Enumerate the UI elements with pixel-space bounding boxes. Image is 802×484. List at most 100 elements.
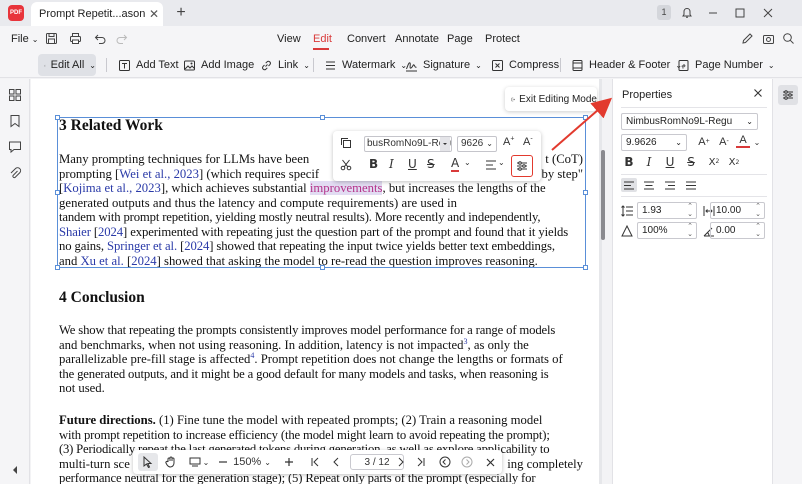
- align-left-icon[interactable]: [621, 178, 637, 192]
- camera-icon[interactable]: [762, 32, 775, 46]
- align-justify-icon[interactable]: [684, 178, 698, 192]
- close-window-icon[interactable]: [759, 4, 777, 22]
- collapse-sidebar-icon[interactable]: [8, 463, 22, 477]
- subscript-icon[interactable]: X2: [727, 155, 741, 169]
- increase-font-icon[interactable]: A+: [697, 135, 711, 149]
- rotation-stepper[interactable]: 0.00 ⌃ ⌄: [710, 222, 765, 239]
- decrease-font-icon[interactable]: A-: [523, 135, 533, 148]
- save-icon[interactable]: [45, 32, 58, 46]
- resize-handle[interactable]: [55, 190, 60, 195]
- align-center-icon[interactable]: [642, 178, 656, 192]
- font-color-icon[interactable]: A: [451, 157, 460, 172]
- bold-icon[interactable]: B: [369, 157, 378, 171]
- undo-icon[interactable]: [94, 32, 107, 46]
- thumbnails-icon[interactable]: [8, 88, 22, 102]
- resize-handle[interactable]: [583, 190, 588, 195]
- resize-handle[interactable]: [583, 115, 588, 120]
- chevron-down-icon[interactable]: ⌄: [498, 158, 505, 167]
- vertical-scrollbar[interactable]: [601, 150, 605, 240]
- resize-handle[interactable]: [320, 115, 325, 120]
- underline-icon[interactable]: U: [408, 157, 417, 171]
- font-family-select[interactable]: busRomNo9L-Regu: [364, 136, 452, 152]
- edit-all-button[interactable]: Edit All ⌄: [38, 54, 96, 76]
- zoom-out-icon[interactable]: [213, 450, 233, 474]
- back-icon[interactable]: [435, 450, 455, 474]
- attachment-icon[interactable]: [8, 166, 22, 180]
- new-tab-button[interactable]: +: [172, 4, 190, 22]
- bookmark-icon[interactable]: [8, 114, 22, 128]
- decrease-font-icon[interactable]: A-: [717, 135, 731, 149]
- resize-handle[interactable]: [55, 115, 60, 120]
- font-color-icon[interactable]: A: [736, 134, 750, 148]
- chevron-down-icon[interactable]: ⌄: [750, 135, 764, 149]
- redo-icon[interactable]: [115, 32, 128, 46]
- previous-page-icon[interactable]: [327, 450, 345, 474]
- close-icon[interactable]: [751, 86, 765, 100]
- hand-tool-icon[interactable]: [161, 450, 181, 474]
- next-page-icon[interactable]: [392, 450, 410, 474]
- strikethrough-icon[interactable]: S: [684, 155, 698, 169]
- opacity-icon[interactable]: [620, 224, 634, 238]
- align-right-icon[interactable]: [663, 178, 677, 192]
- underline-icon[interactable]: U: [663, 155, 677, 169]
- cut-icon[interactable]: [340, 159, 352, 171]
- properties-toggle-button[interactable]: [778, 85, 798, 105]
- maximize-icon[interactable]: [731, 4, 749, 22]
- italic-icon[interactable]: I: [389, 157, 394, 171]
- font-family-select[interactable]: NimbusRomNo9L-Regu ⌄: [621, 113, 758, 130]
- section-heading[interactable]: 4 Conclusion: [59, 289, 145, 307]
- select-tool-icon[interactable]: [138, 453, 158, 471]
- line-spacing-stepper[interactable]: 1.93 ⌃ ⌄: [637, 202, 697, 219]
- watermark-button[interactable]: Watermark ⌄: [324, 54, 407, 76]
- menu-page[interactable]: Page: [447, 26, 473, 52]
- resize-handle[interactable]: [55, 265, 60, 270]
- file-menu[interactable]: File ⌄: [11, 26, 39, 52]
- menu-annotate[interactable]: Annotate: [395, 26, 439, 52]
- zoom-in-icon[interactable]: [279, 450, 299, 474]
- edit-pen-icon[interactable]: [741, 32, 754, 46]
- resize-handle[interactable]: [320, 265, 325, 270]
- opacity-stepper[interactable]: 100% ⌃ ⌄: [637, 222, 697, 239]
- menu-convert[interactable]: Convert: [347, 26, 386, 52]
- link-button[interactable]: Link ⌄: [260, 54, 310, 76]
- print-icon[interactable]: [69, 32, 82, 46]
- bold-icon[interactable]: B: [622, 155, 636, 169]
- chevron-down-icon[interactable]: [440, 137, 450, 151]
- last-page-icon[interactable]: [412, 450, 430, 474]
- conclusion-paragraph[interactable]: We show that repeating the prompts consi…: [59, 323, 583, 396]
- zoom-level-select[interactable]: 150% ⌄: [233, 450, 271, 474]
- minimize-icon[interactable]: [704, 4, 722, 22]
- search-icon[interactable]: [782, 32, 795, 46]
- font-size-select[interactable]: 9.9626 ⌄: [621, 134, 687, 151]
- menu-view[interactable]: View: [277, 26, 301, 52]
- header-footer-button[interactable]: Header & Footer ⌄: [571, 54, 682, 76]
- resize-handle[interactable]: [583, 265, 588, 270]
- forward-icon[interactable]: [457, 450, 477, 474]
- add-image-button[interactable]: Add Image: [183, 54, 254, 76]
- page-number-button[interactable]: # Page Number ⌄: [677, 54, 775, 76]
- strikethrough-icon[interactable]: S: [427, 157, 435, 171]
- align-icon[interactable]: [485, 160, 497, 170]
- close-nav-icon[interactable]: [481, 450, 499, 474]
- compress-button[interactable]: Compress: [491, 54, 559, 76]
- chevron-down-icon[interactable]: ⌄: [464, 158, 471, 167]
- first-page-icon[interactable]: [306, 450, 324, 474]
- app-logo[interactable]: PDF: [8, 5, 24, 21]
- copy-icon[interactable]: [340, 137, 352, 149]
- document-tab[interactable]: Prompt Repetit...asoning LLMs ✕: [31, 2, 163, 26]
- comment-icon[interactable]: [8, 140, 22, 154]
- add-text-button[interactable]: Add Text: [118, 54, 179, 76]
- exit-editing-mode-button[interactable]: Exit Editing Mode: [505, 87, 597, 111]
- text-settings-button[interactable]: [511, 155, 533, 177]
- close-tab-icon[interactable]: ✕: [145, 7, 163, 21]
- font-size-select[interactable]: 9626 ⌄: [457, 136, 497, 152]
- superscript-icon[interactable]: X2: [707, 155, 721, 169]
- menu-protect[interactable]: Protect: [485, 26, 520, 52]
- line-spacing-icon[interactable]: [620, 204, 634, 218]
- italic-icon[interactable]: I: [642, 155, 656, 169]
- view-mode-icon[interactable]: ⌄: [187, 450, 211, 474]
- increase-font-icon[interactable]: A+: [503, 135, 514, 148]
- signature-button[interactable]: Signature ⌄: [405, 54, 482, 76]
- bell-icon[interactable]: [678, 4, 696, 22]
- char-spacing-stepper[interactable]: 10.00 ⌃ ⌄: [710, 202, 765, 219]
